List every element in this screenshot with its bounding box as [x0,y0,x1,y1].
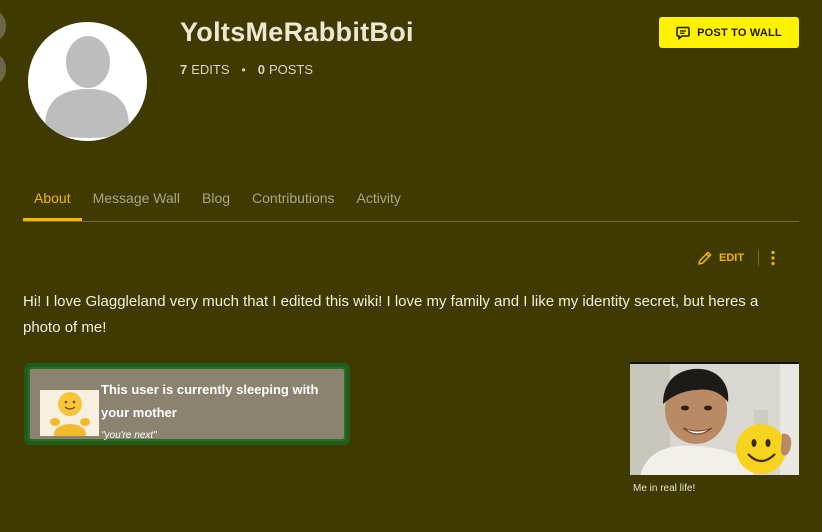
toolbar-divider [758,250,760,266]
side-control-bottom[interactable] [0,55,6,83]
bio-text: Hi! I love Glaggleland very much that I … [23,293,759,336]
profile-photo[interactable] [630,362,799,475]
username: YoltsMeRabbitBoi [180,17,414,47]
pencil-icon [698,251,712,265]
posts-count: 0 [257,62,265,77]
edits-count: 7 [180,62,188,77]
stats-separator: • [241,62,246,77]
posts-label[interactable]: POSTS [269,62,313,77]
userbox: This user is currently sleeping with you… [24,363,350,445]
smiley-plush-image [40,390,99,436]
avatar [28,22,147,141]
more-vertical-icon[interactable] [771,250,775,266]
post-to-wall-button[interactable]: POST TO WALL [659,17,799,48]
edit-button[interactable]: EDIT [697,250,744,266]
default-avatar-icon [45,36,129,138]
userbox-text: This user is currently sleeping with you… [101,382,319,420]
tab-activity[interactable]: Activity [346,186,412,221]
speech-bubble-icon [676,26,690,40]
profile-tabs: About Message Wall Blog Contributions Ac… [23,186,799,222]
tab-blog[interactable]: Blog [191,186,241,221]
userbox-panel: This user is currently sleeping with you… [28,367,346,441]
edit-label: EDIT [719,252,745,264]
edit-toolbar: EDIT [697,250,775,266]
profile-stats: 7 EDITS • 0 POSTS [180,62,313,77]
edits-label[interactable]: EDITS [191,62,229,77]
side-control-top[interactable] [0,12,6,40]
post-to-wall-label: POST TO WALL [697,26,782,39]
tab-message-wall[interactable]: Message Wall [82,186,191,221]
userbox-quote: "you're next" [101,430,157,441]
photo-caption: Me in real life! [633,483,696,494]
tab-contributions[interactable]: Contributions [241,186,346,221]
tab-about[interactable]: About [23,186,82,221]
